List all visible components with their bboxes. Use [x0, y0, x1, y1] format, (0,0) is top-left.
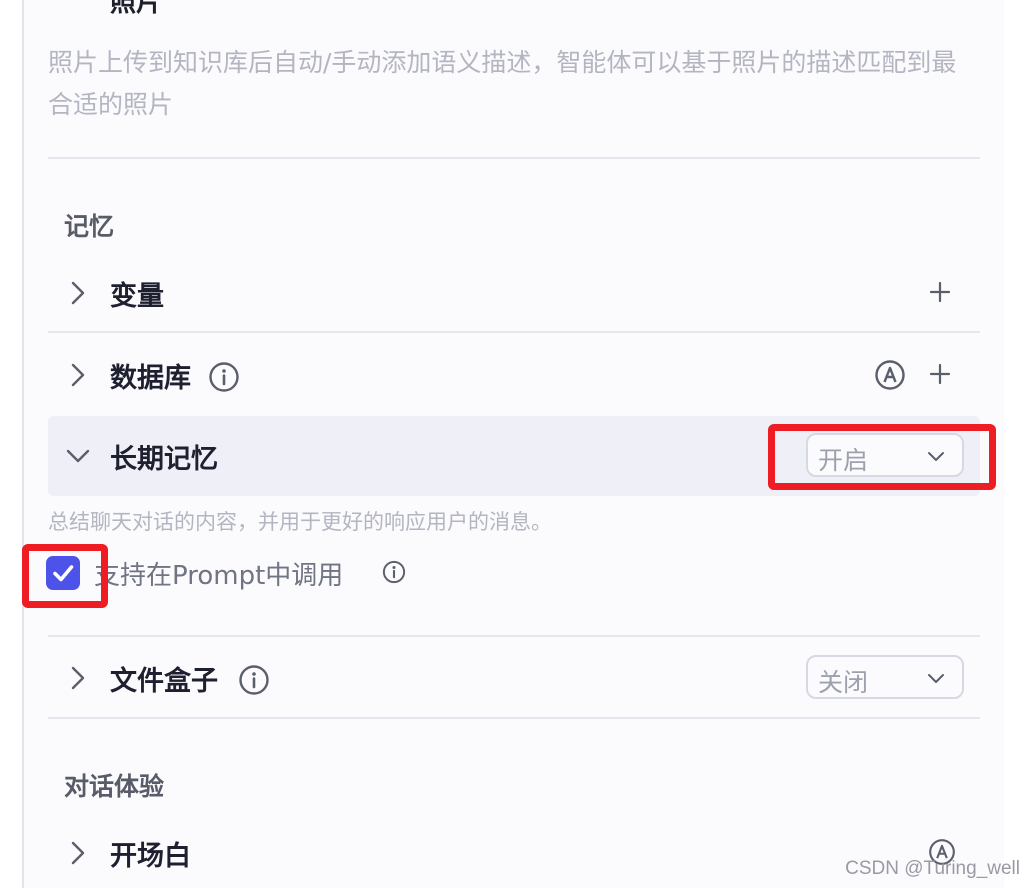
- chevron-down-icon[interactable]: [64, 442, 92, 470]
- photo-description: 照片上传到知识库后自动/手动添加语义描述，智能体可以基于照片的描述匹配到最合适的…: [48, 48, 957, 119]
- divider: [48, 157, 980, 159]
- plus-icon[interactable]: [928, 280, 952, 304]
- bot-config-panel: 照片 照片上传到知识库后自动/手动添加语义描述，智能体可以基于照片的描述匹配到最…: [0, 0, 1024, 888]
- chevron-right-icon[interactable]: [64, 839, 92, 867]
- chevron-right-icon[interactable]: [64, 664, 92, 692]
- row-variables[interactable]: 变量: [48, 253, 980, 333]
- row-database[interactable]: 数据库: [48, 335, 980, 415]
- plus-icon[interactable]: [928, 362, 952, 386]
- chevron-right-icon[interactable]: [64, 361, 92, 389]
- annotation-highlight-box: [22, 544, 108, 608]
- row-opening[interactable]: 开场白: [48, 813, 980, 888]
- section-title-memory: 记忆: [64, 212, 115, 241]
- watermark: CSDN @Turing_well: [845, 858, 1020, 879]
- chevron-right-icon[interactable]: [64, 279, 92, 307]
- info-icon[interactable]: [238, 664, 270, 696]
- row-label-file-box: 文件盒子: [110, 666, 218, 697]
- divider: [48, 717, 980, 719]
- section-title-dialog-experience: 对话体验: [64, 772, 165, 801]
- photo-title: 照片: [110, 0, 163, 18]
- row-label-database: 数据库: [110, 363, 191, 394]
- row-label-long-term-memory: 长期记忆: [110, 444, 218, 475]
- divider: [48, 331, 980, 333]
- divider: [48, 635, 980, 637]
- circled-a-icon[interactable]: [874, 359, 906, 391]
- info-icon[interactable]: [208, 361, 240, 393]
- prompt-call-checkbox-label[interactable]: 支持在Prompt中调用: [94, 555, 343, 592]
- long-term-memory-description: 总结聊天对话的内容，并用于更好的响应用户的消息。: [48, 510, 552, 534]
- row-label-opening: 开场白: [110, 841, 191, 872]
- row-label-variables: 变量: [110, 281, 164, 312]
- chevron-down-icon: [928, 674, 944, 683]
- info-icon[interactable]: [382, 560, 406, 584]
- annotation-highlight-box: [768, 424, 996, 490]
- select-value: 关闭: [818, 668, 869, 697]
- file-box-select[interactable]: 关闭: [806, 655, 964, 699]
